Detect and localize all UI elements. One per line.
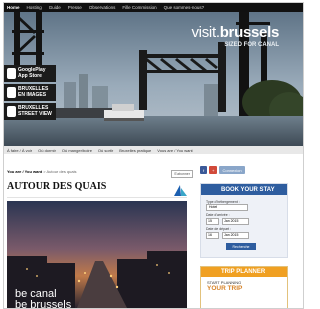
subscribe-button[interactable]: S'abonner — [171, 170, 193, 178]
badge-line: STREET VIEW — [18, 110, 52, 117]
street-view-badge[interactable]: BRUXELLES STREET VIEW — [4, 103, 56, 120]
sail-icon — [174, 185, 187, 196]
breadcrumb-current: Autour des quais — [46, 169, 77, 174]
departure-month-select[interactable]: Jan 2015 — [222, 232, 249, 239]
side-badges: GooglePlay App Store BRUXELLES EN IMAGES B… — [4, 65, 56, 122]
departure-day-select[interactable]: 16 — [206, 232, 219, 239]
accommodation-type-select[interactable]: Hotel — [206, 204, 248, 211]
badge-line: App Store — [18, 72, 42, 79]
logo-brand: brussels — [219, 24, 280, 41]
nav-item-observations[interactable]: Observations — [89, 5, 116, 10]
social-toolbar: f + Connexion — [200, 166, 245, 174]
hero-banner: visit.brussels SIZED FOR CANAL GooglePla… — [4, 12, 303, 146]
breadcrumb-lead[interactable]: You are / You want — [7, 169, 42, 174]
trip-line-2: YOUR TRIP — [207, 284, 243, 292]
arrival-day-select[interactable]: 15 — [206, 218, 219, 225]
article-title: AUTOUR DES QUAIS — [7, 181, 107, 192]
strip-item[interactable]: À faire / À voir — [7, 148, 32, 153]
page-frame: Home Hosting Guide Presse Observations F… — [3, 2, 304, 309]
logo-prefix: visit. — [191, 24, 220, 41]
nav-item-film[interactable]: Fille Commission — [122, 5, 156, 10]
visit-brussels-logo[interactable]: visit.brussels SIZED FOR CANAL — [191, 25, 279, 48]
nav-item-guide[interactable]: Guide — [49, 5, 61, 10]
nav-item-about[interactable]: Que sommes-nous? — [164, 5, 205, 10]
camera-icon — [7, 87, 16, 98]
nav-item-presse[interactable]: Presse — [68, 5, 82, 10]
divider — [7, 197, 187, 198]
arrival-month-select[interactable]: Jan 2015 — [222, 218, 249, 225]
breadcrumb: You are / You want > Autour des quais — [7, 169, 77, 174]
book-header: BOOK YOUR STAY — [201, 184, 287, 195]
secondary-navigation: À faire / À voir Où dormir Où manger/boi… — [4, 146, 303, 154]
strip-item[interactable]: Où dormir — [38, 148, 56, 153]
badge-line: EN IMAGES — [18, 91, 47, 98]
trip-planner-widget[interactable]: TRIP PLANNER START PLANNING YOUR TRIP — [200, 266, 288, 308]
facebook-button[interactable]: f — [200, 166, 208, 174]
article-caption: be canal be brussels — [15, 289, 72, 309]
strip-item[interactable]: Où sortir — [98, 148, 113, 153]
nav-item-hosting[interactable]: Hosting — [27, 5, 42, 10]
search-button[interactable]: Recherche — [226, 243, 256, 250]
logo-subtitle: SIZED FOR CANAL — [224, 42, 279, 48]
strip-item[interactable]: Où manger/boire — [62, 148, 92, 153]
strip-item[interactable]: Bruxelles pratique — [119, 148, 151, 153]
top-navigation: Home Hosting Guide Presse Observations F… — [4, 3, 303, 12]
arrival-label: Date d'arrivée : — [206, 213, 230, 217]
login-button[interactable]: Connexion — [219, 166, 245, 174]
app-store-badge[interactable]: GooglePlay App Store — [4, 65, 56, 82]
brussels-images-badge[interactable]: BRUXELLES EN IMAGES — [4, 84, 56, 101]
departure-label: Date de départ : — [206, 227, 232, 231]
book-your-stay-widget: BOOK YOUR STAY Type d'hébergement : Hote… — [200, 183, 288, 258]
nav-home[interactable]: Home — [7, 5, 20, 10]
strip-item[interactable]: Vous are / You want — [157, 148, 192, 153]
caption-line: be brussels — [15, 299, 72, 309]
article-image[interactable]: be canal be brussels — [7, 201, 187, 308]
share-button[interactable]: + — [209, 166, 218, 174]
street-view-icon — [7, 106, 16, 117]
phone-icon — [7, 68, 16, 79]
trip-header: TRIP PLANNER — [201, 267, 287, 277]
